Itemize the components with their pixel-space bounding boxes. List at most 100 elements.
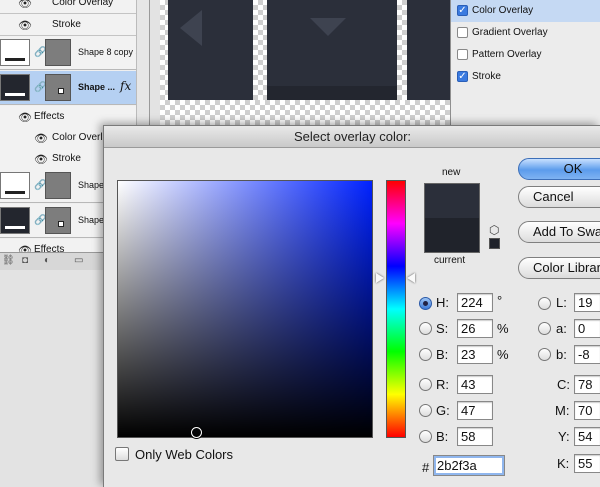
checkbox[interactable] [457,27,468,38]
radio-g[interactable] [419,404,432,417]
radio-h[interactable] [419,297,432,310]
h-label: H: [436,295,449,310]
ok-button[interactable]: OK [518,158,600,180]
layer-name: Shape [78,215,105,225]
eye-icon[interactable]: 👁 [34,132,48,145]
lab-b-label: b: [556,347,567,362]
eye-icon[interactable]: 👁 [18,0,32,10]
layer-effect-label: Stroke [52,153,81,164]
lab-b-input[interactable]: -8 [574,345,600,364]
blue-label: B: [436,429,449,444]
c-label: C: [557,377,570,392]
layer-thumbnail [0,74,30,101]
b-input[interactable]: 23 [457,345,493,364]
layer-row-selected[interactable]: 🔗 Shape ... fx [0,71,149,105]
adjustment-layer-icon[interactable]: ◐ [44,255,50,266]
k-label: K: [557,456,570,471]
blue-input[interactable]: 58 [457,427,493,446]
dialog-title: Select overlay color: [104,126,600,148]
g-label: G: [436,403,450,418]
style-item-label: Color Overlay [472,5,534,16]
arrow-left-shape [180,10,202,46]
only-web-colors-label: Only Web Colors [135,447,234,462]
s-label: S: [436,321,449,336]
hue-slider-handle-right[interactable] [407,273,415,283]
checkbox[interactable] [457,49,468,60]
r-label: R: [436,377,449,392]
document-canvas[interactable] [160,0,450,130]
l-input[interactable]: 19 [574,293,600,312]
percent-unit: % [497,321,509,336]
layer-effect-label: Stroke [52,19,81,30]
a-label: a: [556,321,567,336]
add-to-swatches-button[interactable]: Add To Swatches [518,221,600,243]
layer-row[interactable]: 🔗 Shape 8 copy 5 [0,36,149,70]
r-input[interactable]: 43 [457,375,493,394]
layer-thumbnail [0,172,30,199]
only-web-colors-checkbox[interactable] [115,447,129,461]
web-safe-swatch[interactable] [489,238,500,249]
style-item-pattern-overlay[interactable]: Pattern Overlay [451,44,600,66]
radio-s[interactable] [419,322,432,335]
layer-name: Shape ... [78,82,116,92]
l-label: L: [556,295,567,310]
radio-a[interactable] [538,322,551,335]
radio-b[interactable] [419,348,432,361]
b-label: B: [436,347,449,362]
layer-mask-thumbnail[interactable] [45,39,71,66]
gamut-cube-icon[interactable]: ⬡ [489,223,499,237]
k-input[interactable]: 55 [574,454,600,473]
y-input[interactable]: 54 [574,427,600,446]
y-label: Y: [558,429,570,444]
layer-effect-row[interactable]: 👁 Stroke [0,14,149,36]
radio-blue[interactable] [419,430,432,443]
eye-icon[interactable]: 👁 [18,111,32,124]
color-swatch [424,183,480,253]
c-input[interactable]: 78 [574,375,600,394]
hue-slider-handle-left[interactable] [376,273,384,283]
layer-mask-thumbnail[interactable] [45,172,71,199]
color-libraries-button[interactable]: Color Libraries [518,257,600,279]
layer-mask-thumbnail[interactable] [45,207,71,234]
eye-icon[interactable]: 👁 [18,19,32,32]
layer-effect-row[interactable]: 👁 Color Overlay [0,0,149,14]
fx-icon[interactable]: fx [120,79,131,93]
layer-thumbnail [0,39,30,66]
add-mask-icon[interactable]: ◘ [22,255,28,266]
checkbox-checked[interactable]: ✓ [457,71,468,82]
hex-input[interactable]: 2b2f3a [433,455,505,476]
layer-mask-thumbnail[interactable] [45,74,71,101]
style-item-label: Pattern Overlay [472,49,542,60]
color-field[interactable] [117,180,373,438]
arrow-down-shape [310,18,346,36]
link-layers-icon[interactable]: ⛓ [2,255,15,266]
style-item-color-overlay[interactable]: ✓ Color Overlay [451,0,600,22]
h-input[interactable]: 224 [457,293,493,312]
new-color-label: new [442,167,461,178]
current-color-label: current [434,255,466,266]
layer-effect-label: Color Overlay [52,0,114,8]
radio-l[interactable] [538,297,551,310]
style-item-label: Stroke [472,71,501,82]
new-group-icon[interactable]: ▭ [74,255,83,266]
percent-unit: % [497,347,509,362]
eye-icon[interactable]: 👁 [34,153,48,166]
style-item-gradient-overlay[interactable]: Gradient Overlay [451,22,600,44]
radio-r[interactable] [419,378,432,391]
m-label: M: [555,403,570,418]
radio-lab-b[interactable] [538,348,551,361]
g-input[interactable]: 47 [457,401,493,420]
current-color-swatch[interactable] [425,218,479,252]
color-picker-dialog: Select overlay color: new current ⬡ OK C… [103,125,600,487]
style-item-stroke[interactable]: ✓ Stroke [451,66,600,88]
hue-slider[interactable] [386,180,406,438]
style-item-label: Gradient Overlay [472,27,548,38]
checkbox-checked[interactable]: ✓ [457,5,468,16]
color-picker-circle-icon[interactable] [191,427,202,438]
m-input[interactable]: 70 [574,401,600,420]
s-input[interactable]: 26 [457,319,493,338]
layer-name: Shape 8 copy 5 [78,47,141,57]
hex-hash-label: # [422,460,430,475]
cancel-button[interactable]: Cancel [518,186,600,208]
a-input[interactable]: 0 [574,319,600,338]
